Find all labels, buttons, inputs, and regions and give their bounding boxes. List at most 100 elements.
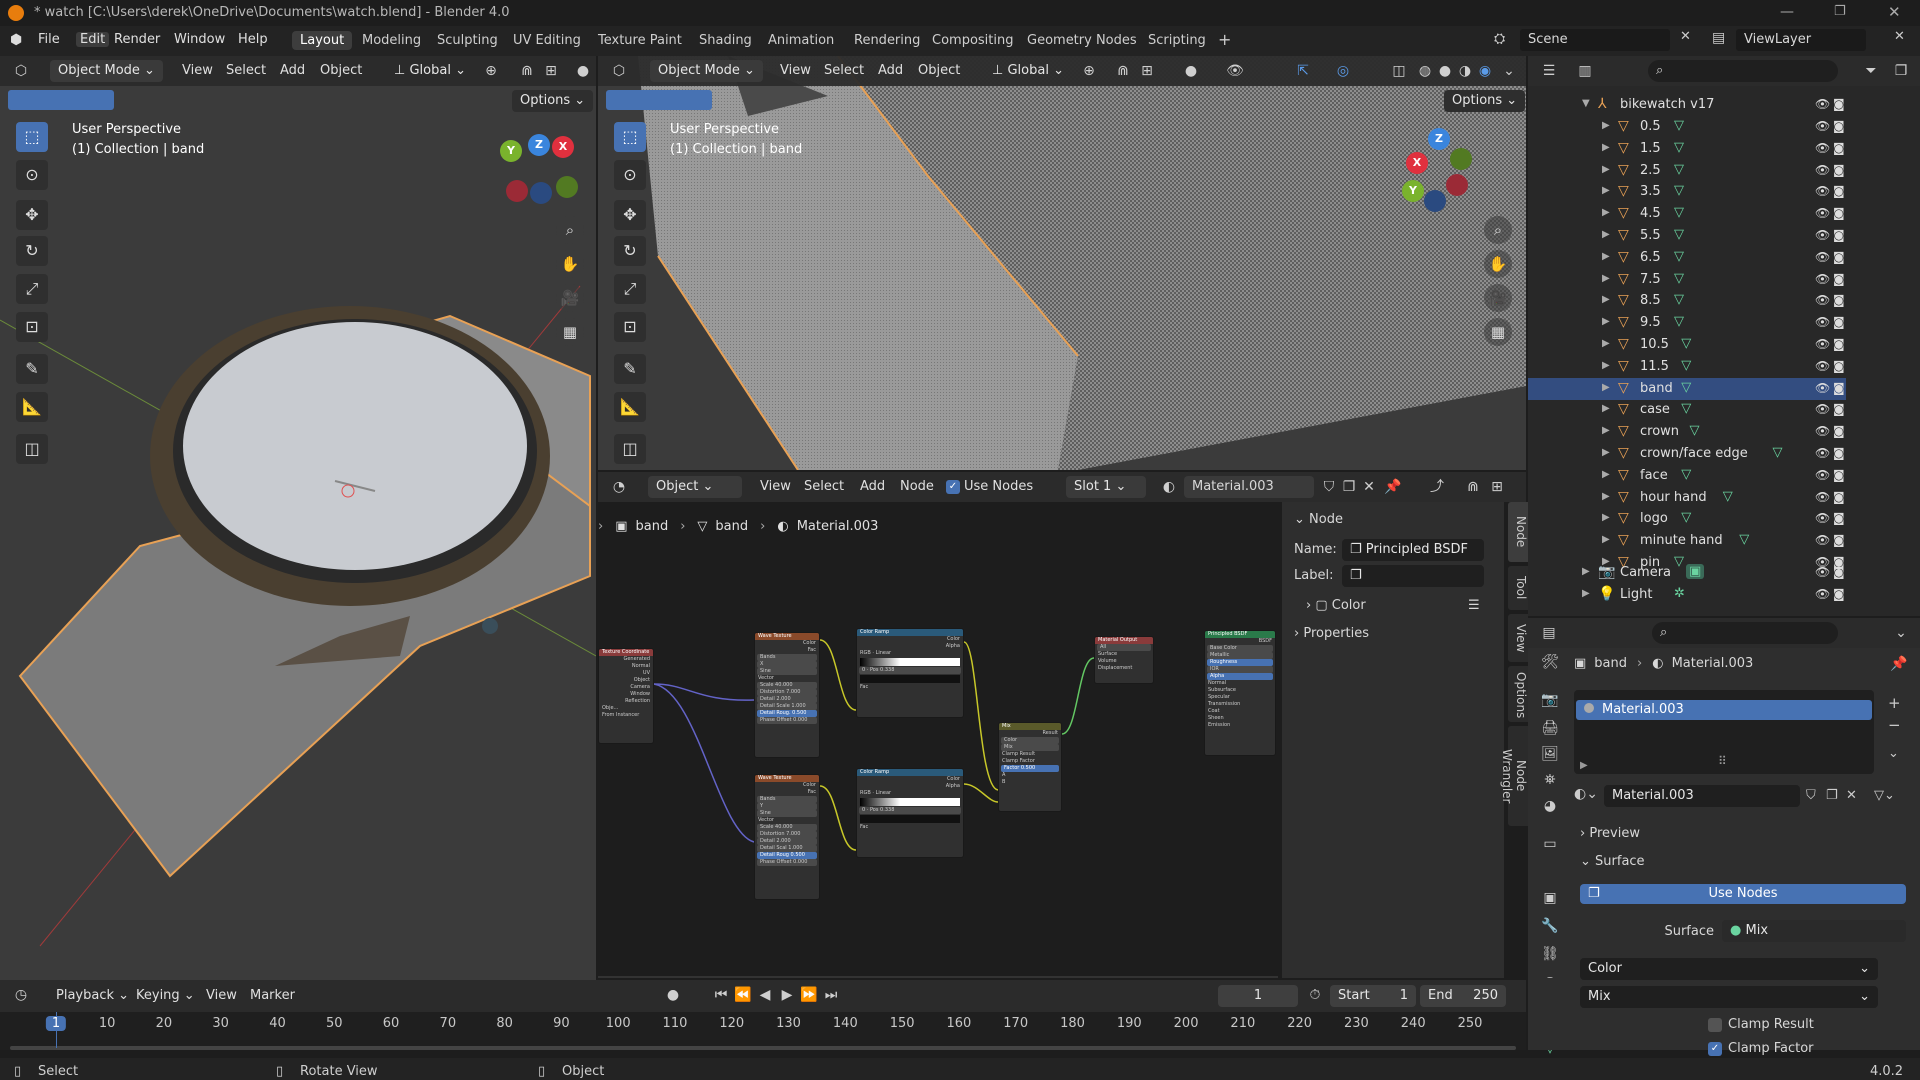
menu-help[interactable]: Help — [238, 32, 268, 47]
snap-node-target-icon[interactable]: ⊞ — [1488, 478, 1506, 496]
expand-arrow-icon[interactable]: ▶ — [1602, 164, 1610, 175]
visibility-eye-icon[interactable]: 👁 — [1815, 337, 1830, 351]
timeline[interactable]: ◷ Playback ⌄ Keying ⌄ View Marker ● ⏮ ⏪ … — [0, 980, 1526, 1050]
outliner-editor-icon[interactable]: ☰ — [1540, 62, 1558, 80]
transform-tool[interactable]: ⊡ — [16, 312, 48, 342]
end-frame-field[interactable]: End 250 — [1420, 985, 1506, 1007]
scene-selector[interactable]: Scene — [1520, 29, 1670, 51]
visibility-eye-icon[interactable]: 👁 — [1815, 184, 1830, 198]
expand-arrow-icon[interactable]: ▶ — [1602, 403, 1610, 414]
rotate-tool-right[interactable]: ↻ — [614, 236, 646, 266]
preview-range-icon[interactable]: ⏱ — [1306, 986, 1324, 1004]
outliner-item[interactable]: ▶ ▽ 11.5 ▽ 👁 ◙ — [1528, 356, 1846, 378]
play-reverse-icon[interactable]: ◀ — [756, 986, 774, 1004]
move-tool-right[interactable]: ✥ — [614, 200, 646, 230]
expand-arrow-icon[interactable]: ▶ — [1602, 120, 1610, 131]
gizmo-z-icon[interactable]: Z — [528, 134, 550, 156]
properties-section[interactable]: › Properties — [1294, 626, 1369, 641]
transform-orientation-dropdown[interactable]: ⊥ Global ⌄ — [386, 60, 474, 82]
modifier-props-icon[interactable]: 🔧 — [1540, 916, 1560, 936]
material-unlink-icon[interactable]: ✕ — [1846, 788, 1857, 803]
properties-crumb-material[interactable]: Material.003 — [1672, 656, 1754, 671]
solid-shading-icon[interactable]: ● — [1436, 62, 1454, 80]
outliner-item[interactable]: ▶ ▽ 2.5 ▽ 👁 ◙ — [1528, 160, 1846, 182]
editor-type-icon[interactable]: ⬡ — [12, 62, 30, 80]
menu-window[interactable]: Window — [174, 32, 225, 47]
node-texture-coordinate[interactable]: Texture Coordinate Generated Normal UV O… — [598, 648, 654, 744]
start-frame-field[interactable]: Start 1 — [1330, 985, 1416, 1007]
object-props-icon[interactable]: ▣ — [1540, 888, 1560, 908]
viewport-right-menu-object[interactable]: Object — [918, 63, 960, 78]
duplicate-material-icon[interactable]: ❐ — [1340, 478, 1358, 496]
view-layer-icon[interactable]: ▤ — [1712, 30, 1725, 46]
material-slot-list[interactable]: Material.003 ▶ ⠿ — [1574, 690, 1874, 774]
outliner-item[interactable]: ▶ ▽ 8.5 ▽ 👁 ◙ — [1528, 290, 1846, 312]
slot-list-expand-icon[interactable]: ▶ — [1580, 760, 1588, 771]
node-wave-texture-1[interactable]: Wave Texture Color Fac Bands X Sine Vect… — [754, 632, 820, 758]
prev-keyframe-icon[interactable]: ⏪ — [734, 986, 752, 1004]
timeline-menu-keying[interactable]: Keying ⌄ — [136, 988, 195, 1003]
mesh-data-icon[interactable]: ▽ — [1674, 292, 1684, 307]
measure-tool[interactable]: 📐 — [16, 392, 48, 422]
expand-arrow-icon[interactable]: ▶ — [1602, 316, 1610, 327]
proportional-edit-icon[interactable]: ● — [574, 62, 592, 80]
annotate-tool[interactable]: ✎ — [16, 354, 48, 384]
rotate-tool[interactable]: ↻ — [16, 236, 48, 266]
outliner-item[interactable]: ▶ ▽ crown/face edge ▽ 👁 ◙ — [1528, 443, 1846, 465]
gizmo-neg-x-icon-right[interactable] — [1446, 174, 1468, 196]
visibility-eye-icon[interactable]: 👁 — [1815, 402, 1830, 416]
gizmo-y-icon[interactable]: Y — [500, 140, 522, 162]
outliner-item[interactable]: ▶ ▽ 10.5 ▽ 👁 ◙ — [1528, 334, 1846, 356]
mesh-data-icon[interactable]: ▽ — [1739, 532, 1749, 547]
scale-tool-right[interactable]: ⤢ — [614, 274, 646, 304]
visibility-eye-icon[interactable]: 👁 — [1815, 315, 1830, 329]
camera-view-icon-right[interactable]: 🎥 — [1484, 284, 1512, 312]
outliner-item[interactable]: ▶ ▽ hour hand ▽ 👁 ◙ — [1528, 487, 1846, 509]
outliner-root[interactable]: ▼ ⅄ bikewatch v17 👁 ◙ — [1528, 94, 1846, 116]
mesh-data-icon[interactable]: ▽ — [1681, 467, 1691, 482]
node-material-output[interactable]: Material Output All Surface Volume Displ… — [1094, 636, 1154, 684]
use-nodes-button[interactable]: ❐ Use Nodes — [1580, 884, 1906, 904]
properties-crumb-object[interactable]: band — [1594, 656, 1627, 671]
timeline-menu-view[interactable]: View — [206, 988, 237, 1003]
material-slot-item[interactable]: Material.003 — [1576, 700, 1872, 720]
gizmo-x-icon-right[interactable]: X — [1406, 152, 1428, 174]
gizmo-x-icon[interactable]: X — [552, 136, 574, 158]
mesh-data-icon[interactable]: ▽ — [1674, 140, 1684, 155]
render-camera-icon[interactable]: ◙ — [1833, 381, 1845, 395]
remove-slot-icon[interactable]: − — [1888, 716, 1901, 734]
zoom-icon[interactable]: ⌕ — [556, 216, 584, 244]
mesh-data-icon[interactable]: ▽ — [1681, 380, 1691, 395]
add-cube-tool-right[interactable]: ◫ — [614, 434, 646, 464]
material-duplicate-icon[interactable]: ❐ — [1826, 788, 1838, 803]
node-section-header[interactable]: ⌄ Node — [1294, 512, 1343, 527]
pan-hand-icon-right[interactable]: ✋ — [1484, 250, 1512, 278]
measure-tool-right[interactable]: 📐 — [614, 392, 646, 422]
outliner-item[interactable]: ▶ ▽ minute hand ▽ 👁 ◙ — [1528, 530, 1846, 552]
snap-icon[interactable]: ⋒ — [518, 62, 536, 80]
new-collection-icon[interactable]: ❐ — [1892, 62, 1910, 80]
tool-props-icon[interactable]: 🛠 — [1540, 652, 1560, 672]
tab-options[interactable]: Options — [1508, 666, 1528, 722]
render-camera-icon[interactable]: ◙ — [1833, 315, 1845, 329]
cursor-tool-right[interactable]: ⊙ — [614, 160, 646, 190]
visibility-eye-icon[interactable]: 👁 — [1815, 424, 1830, 438]
pin-icon[interactable]: 📌 — [1384, 478, 1402, 496]
move-tool[interactable]: ✥ — [16, 200, 48, 230]
render-camera-icon[interactable]: ◙ — [1833, 402, 1845, 416]
expand-arrow-icon[interactable]: ▶ — [1602, 360, 1610, 371]
mesh-data-icon[interactable]: ▽ — [1773, 445, 1783, 460]
mesh-data-icon[interactable]: ▽ — [1674, 271, 1684, 286]
select-box-tool-right[interactable]: ⬚ — [614, 122, 646, 152]
tab-animation[interactable]: Animation — [760, 31, 842, 50]
tab-shading[interactable]: Shading — [691, 31, 760, 50]
viewport-right-menu-add[interactable]: Add — [878, 63, 903, 78]
node-color-ramp-1[interactable]: Color Ramp Color Alpha RGB · Linear 0 · … — [856, 628, 964, 718]
node-editor-scrollbar[interactable] — [598, 976, 1278, 978]
color-section[interactable]: › ▢ Color — [1306, 598, 1366, 613]
current-frame-field[interactable]: 1 — [1218, 985, 1298, 1007]
scale-tool[interactable]: ⤢ — [16, 274, 48, 304]
gizmo-neg-x-icon[interactable] — [506, 180, 528, 202]
scene-icon[interactable]: ⛭ — [1494, 31, 1505, 47]
material-shading-icon[interactable]: ◑ — [1456, 62, 1474, 80]
